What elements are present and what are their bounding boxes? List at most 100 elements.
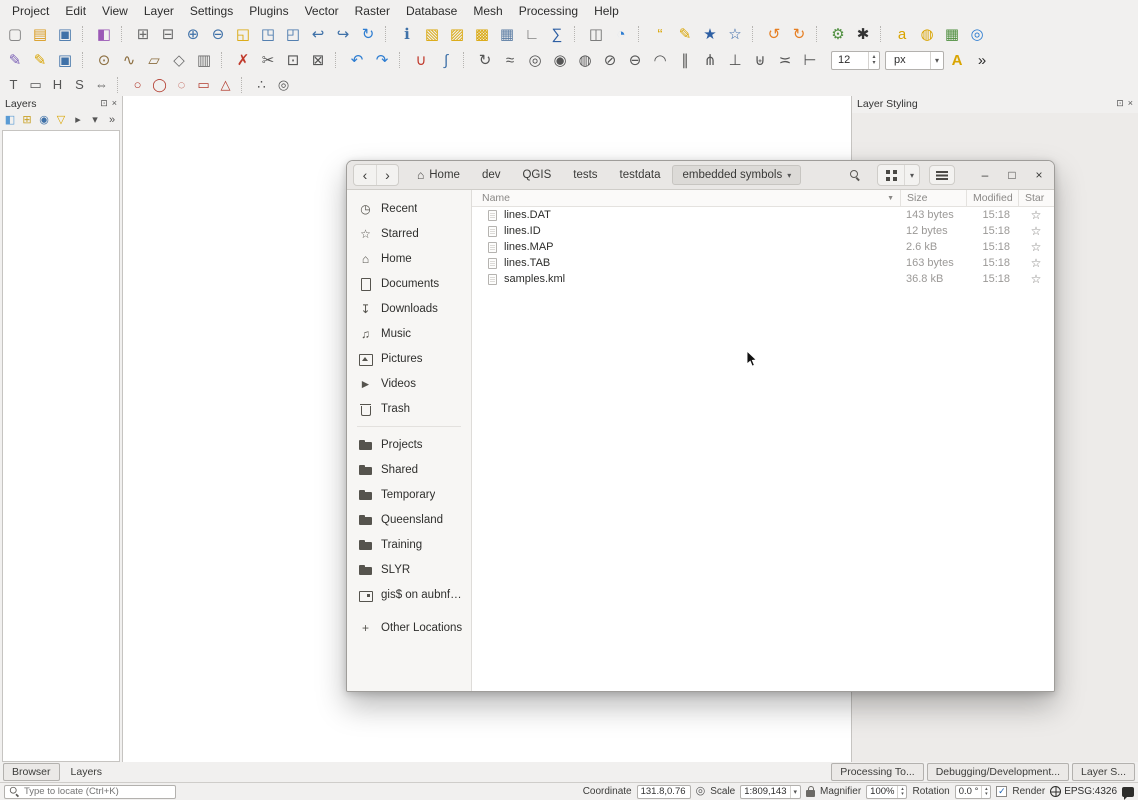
view-options-button[interactable]: ▾	[904, 165, 919, 185]
man-age-map-themes-button[interactable]: ◉	[36, 112, 52, 128]
enable-tracing-button[interactable]: ∫	[434, 48, 458, 72]
menu-item-processing[interactable]: Processing	[511, 1, 586, 21]
zoom-to-layer-button[interactable]: ◰	[281, 22, 305, 46]
delete-ring-button[interactable]: ⊘	[598, 48, 622, 72]
menu-item-vector[interactable]: Vector	[297, 1, 347, 21]
undo-button[interactable]: ↺	[762, 22, 786, 46]
magnifier-spinner[interactable]: 100%	[866, 785, 907, 799]
sidebar-item-videos[interactable]: ► Videos	[347, 371, 471, 396]
sort-indicator-icon[interactable]: ▼	[887, 195, 894, 202]
sidebar-item-home[interactable]: ⌂ Home	[347, 246, 471, 271]
close-panel-icon[interactable]: ×	[1128, 99, 1133, 108]
collapse-all-button[interactable]: ▾	[87, 112, 103, 128]
vertex-tool-button[interactable]: ◇	[167, 48, 191, 72]
rotate-feature-button[interactable]: ↻	[473, 48, 497, 72]
scale-combo[interactable]: 1:809,143 ▾	[740, 785, 801, 799]
sidebar-item-slyr[interactable]: SLYR	[347, 557, 471, 582]
breadcrumb-qgis[interactable]: QGIS	[512, 165, 561, 185]
style-manager-button[interactable]: ◧	[92, 22, 116, 46]
add-point-feature-button[interactable]: ⊙	[92, 48, 116, 72]
regular-polygon-button[interactable]: △	[215, 75, 236, 95]
tab-layer-s[interactable]: Layer S...	[1072, 763, 1135, 781]
zoom-out-button[interactable]: ⊖	[206, 22, 230, 46]
undo-edit-button[interactable]: ↶	[345, 48, 369, 72]
split-features-button[interactable]: ⋔	[698, 48, 722, 72]
add-ring-button[interactable]: ◎	[523, 48, 547, 72]
breadcrumb-testdata[interactable]: testdata	[610, 165, 671, 185]
reshape-features-button[interactable]: ◠	[648, 48, 672, 72]
tab-processing-to[interactable]: Processing To...	[831, 763, 924, 781]
tab-debugging-development[interactable]: Debugging/Development...	[927, 763, 1069, 781]
back-button[interactable]: ‹	[354, 165, 376, 185]
statistical-summary-button[interactable]: ∑	[545, 22, 569, 46]
spinner-arrows-icon[interactable]	[868, 52, 879, 69]
new-annotation-button[interactable]: ✎	[673, 22, 697, 46]
zoom-to-selection-button[interactable]: ◳	[256, 22, 280, 46]
menu-item-settings[interactable]: Settings	[182, 1, 241, 21]
zoom-last-button[interactable]: ↩	[306, 22, 330, 46]
redo-button[interactable]: ↻	[787, 22, 811, 46]
open-attribute-table-button[interactable]: ▦	[495, 22, 519, 46]
menu-item-help[interactable]: Help	[586, 1, 627, 21]
form-annotation-button[interactable]: ▭	[25, 75, 46, 95]
merge-features-button[interactable]: ⊎	[748, 48, 772, 72]
circle-2points-button[interactable]: ○	[127, 75, 148, 95]
select-by-expression-button[interactable]: ▩	[470, 22, 494, 46]
mesh-calculator-button[interactable]: ▦	[940, 22, 964, 46]
offset-curve-button[interactable]: ∥	[673, 48, 697, 72]
metasearch-button[interactable]: ◎	[965, 22, 989, 46]
close-button[interactable]: ×	[1030, 166, 1048, 184]
redo-edit-button[interactable]: ↷	[370, 48, 394, 72]
snapping-options-button[interactable]: ∪	[409, 48, 433, 72]
copy-features-button[interactable]: ⊡	[281, 48, 305, 72]
open-project-button[interactable]: ▤	[28, 22, 52, 46]
map-refresh-button[interactable]: ↻	[356, 22, 380, 46]
menu-item-plugins[interactable]: Plugins	[241, 1, 296, 21]
temporal-controller-button[interactable]: ◔	[609, 22, 633, 46]
maximize-button[interactable]: □	[1003, 166, 1021, 184]
expand-all-button[interactable]: ▸	[70, 112, 86, 128]
menu-item-database[interactable]: Database	[398, 1, 465, 21]
render-checkbox[interactable]: ✓	[996, 786, 1007, 797]
sidebar-item-recent[interactable]: ◷ Recent	[347, 196, 471, 221]
move-annotation-button[interactable]: ⇔	[91, 75, 112, 95]
locator-box[interactable]	[4, 785, 176, 799]
identify-features-button[interactable]: ℹ	[395, 22, 419, 46]
extents-toggle-icon[interactable]: ◎	[696, 786, 706, 797]
pan-to-selection-button[interactable]: ⊟	[156, 22, 180, 46]
sidebar-item-training[interactable]: Training	[347, 532, 471, 557]
add-line-feature-button[interactable]: ∿	[117, 48, 141, 72]
svg-annotation-button[interactable]: S	[69, 75, 90, 95]
zoom-full-button[interactable]: ◱	[231, 22, 255, 46]
sidebar-item-starred[interactable]: ☆ Starred	[347, 221, 471, 246]
add-polygon-feature-button[interactable]: ▱	[142, 48, 166, 72]
mean-coordinates-button[interactable]: ∴	[251, 75, 272, 95]
menu-item-project[interactable]: Project	[4, 1, 57, 21]
minimize-button[interactable]: –	[976, 166, 994, 184]
split-parts-button[interactable]: ⊥	[723, 48, 747, 72]
breadcrumb-embedded-symbols[interactable]: embedded symbols ▾	[672, 165, 801, 185]
debugging-tools-button[interactable]: ✱	[851, 22, 875, 46]
float-panel-icon[interactable]: ⊡	[100, 99, 108, 108]
new-bookmark-button[interactable]: ☆	[723, 22, 747, 46]
star-toggle[interactable]: ☆	[1018, 272, 1054, 286]
close-panel-icon[interactable]: ×	[112, 99, 117, 108]
menu-item-view[interactable]: View	[94, 1, 136, 21]
save-layer-edits-button[interactable]: ▣	[53, 48, 77, 72]
deselect-features-button[interactable]: ▨	[445, 22, 469, 46]
spinner-arrows-icon[interactable]	[981, 786, 990, 798]
html-annotation-button[interactable]: H	[47, 75, 68, 95]
file-row-samples-kml[interactable]: samples.kml 36.8 kB 15:18 ☆	[472, 271, 1054, 287]
tab-layers[interactable]: Layers	[63, 764, 111, 780]
zoom-next-button[interactable]: ↪	[331, 22, 355, 46]
search-button[interactable]	[842, 164, 868, 186]
toggle-editing-button[interactable]: ✎	[28, 48, 52, 72]
simplify-feature-button[interactable]: ≈	[498, 48, 522, 72]
column-header-star[interactable]: Star	[1018, 190, 1054, 206]
coordinate-input[interactable]	[637, 785, 691, 799]
delete-part-button[interactable]: ⊖	[623, 48, 647, 72]
add-part-button[interactable]: ◍	[573, 48, 597, 72]
star-toggle[interactable]: ☆	[1018, 224, 1054, 238]
crs-button[interactable]: EPSG:4326	[1050, 786, 1117, 797]
file-row-lines-id[interactable]: lines.ID 12 bytes 15:18 ☆	[472, 223, 1054, 239]
